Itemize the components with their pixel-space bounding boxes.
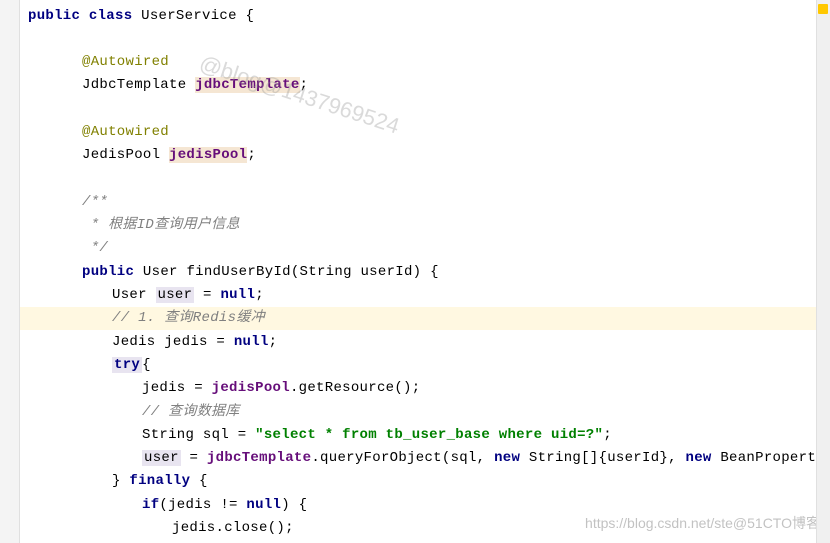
semicolon: ; bbox=[247, 147, 256, 163]
method-call: .getResource(); bbox=[290, 380, 421, 396]
code-line[interactable]: JdbcTemplate jdbcTemplate; bbox=[20, 74, 830, 97]
warning-marker-icon[interactable] bbox=[818, 4, 828, 14]
javadoc: */ bbox=[82, 240, 108, 256]
variable: jedis bbox=[164, 334, 208, 350]
equals: = bbox=[181, 450, 207, 466]
array: String[]{userId}, bbox=[520, 450, 685, 466]
brace: { bbox=[190, 473, 207, 489]
type: Jedis bbox=[112, 334, 164, 350]
keyword-if: if bbox=[142, 497, 159, 513]
null: null bbox=[234, 334, 269, 350]
code-line[interactable]: * 根据ID查询用户信息 bbox=[20, 214, 830, 237]
string: "select * from tb_user_base where uid=?" bbox=[255, 427, 603, 443]
code-area[interactable]: public class UserService { @Autowired Jd… bbox=[20, 0, 830, 543]
blank-line[interactable] bbox=[20, 27, 830, 50]
code-line[interactable]: Jedis jedis = null; bbox=[20, 330, 830, 353]
code-line[interactable]: @Autowired bbox=[20, 51, 830, 74]
keyword-new: new bbox=[494, 450, 520, 466]
code-line[interactable]: // 查询数据库 bbox=[20, 400, 830, 423]
method-call: .queryForObject(sql, bbox=[311, 450, 494, 466]
field-ref: jedisPool bbox=[212, 380, 290, 396]
null: null bbox=[246, 497, 281, 513]
field-ref: jdbcTemplate bbox=[207, 450, 311, 466]
variable: user bbox=[142, 450, 181, 466]
params: (String userId) { bbox=[291, 264, 439, 280]
method-name: findUserById bbox=[186, 264, 290, 280]
keyword: public bbox=[82, 264, 134, 280]
comment: // 1. 查询Redis缓冲 bbox=[112, 310, 265, 326]
code-line[interactable]: try{ bbox=[20, 353, 830, 376]
null: null bbox=[220, 287, 255, 303]
keyword: public class bbox=[28, 8, 132, 24]
type: String bbox=[142, 427, 203, 443]
annotation: @Autowired bbox=[82, 54, 169, 70]
code-line[interactable]: if(jedis != null) { bbox=[20, 493, 830, 516]
comment: // 查询数据库 bbox=[142, 404, 240, 420]
code-line[interactable]: User user = null; bbox=[20, 284, 830, 307]
code-line[interactable]: } finally { bbox=[20, 470, 830, 493]
blank-line[interactable] bbox=[20, 97, 830, 120]
class-name: UserService { bbox=[132, 8, 254, 24]
code-line[interactable]: public class UserService { bbox=[20, 4, 830, 27]
code-line[interactable]: public User findUserById(String userId) … bbox=[20, 260, 830, 283]
type: JedisPool bbox=[82, 147, 169, 163]
field: jdbcTemplate bbox=[195, 77, 299, 93]
code-line[interactable]: String sql = "select * from tb_user_base… bbox=[20, 423, 830, 446]
semicolon: ; bbox=[255, 287, 264, 303]
semicolon: ; bbox=[269, 334, 278, 350]
scrollbar-track[interactable] bbox=[816, 0, 830, 543]
equals: = bbox=[186, 380, 212, 396]
code-line[interactable]: /** bbox=[20, 190, 830, 213]
keyword-try: try bbox=[112, 357, 142, 373]
semicolon: ; bbox=[603, 427, 612, 443]
gutter bbox=[0, 0, 20, 543]
annotation: @Autowired bbox=[82, 124, 169, 140]
method-call: jedis.close(); bbox=[172, 520, 294, 536]
type: JdbcTemplate bbox=[82, 77, 195, 93]
brace: { bbox=[142, 357, 151, 373]
equals: = bbox=[229, 427, 255, 443]
code-line[interactable]: jedis.close(); bbox=[20, 517, 830, 540]
semicolon: ; bbox=[300, 77, 309, 93]
editor-container: public class UserService { @Autowired Jd… bbox=[0, 0, 830, 543]
equals: = bbox=[208, 334, 234, 350]
blank-line[interactable] bbox=[20, 167, 830, 190]
equals: = bbox=[194, 287, 220, 303]
javadoc: * 根据ID查询用户信息 bbox=[82, 217, 240, 233]
keyword-new: new bbox=[686, 450, 712, 466]
code-line[interactable]: jedis = jedisPool.getResource(); bbox=[20, 377, 830, 400]
variable: sql bbox=[203, 427, 229, 443]
javadoc: /** bbox=[82, 194, 108, 210]
keyword-finally: finally bbox=[129, 473, 190, 489]
condition: ) { bbox=[281, 497, 307, 513]
code-line[interactable]: @Autowired bbox=[20, 120, 830, 143]
code-line[interactable]: JedisPool jedisPool; bbox=[20, 144, 830, 167]
brace: } bbox=[112, 473, 129, 489]
field: jedisPool bbox=[169, 147, 247, 163]
class-ref: BeanPropertyRowMapper<>(U bbox=[712, 450, 830, 466]
code-line-highlighted[interactable]: // 1. 查询Redis缓冲 bbox=[20, 307, 830, 330]
variable: jedis bbox=[142, 380, 186, 396]
code-line[interactable]: user = jdbcTemplate.queryForObject(sql, … bbox=[20, 447, 830, 470]
return-type: User bbox=[134, 264, 186, 280]
code-line[interactable]: */ bbox=[20, 237, 830, 260]
condition: (jedis != bbox=[159, 497, 246, 513]
type: User bbox=[112, 287, 156, 303]
variable: user bbox=[156, 287, 195, 303]
